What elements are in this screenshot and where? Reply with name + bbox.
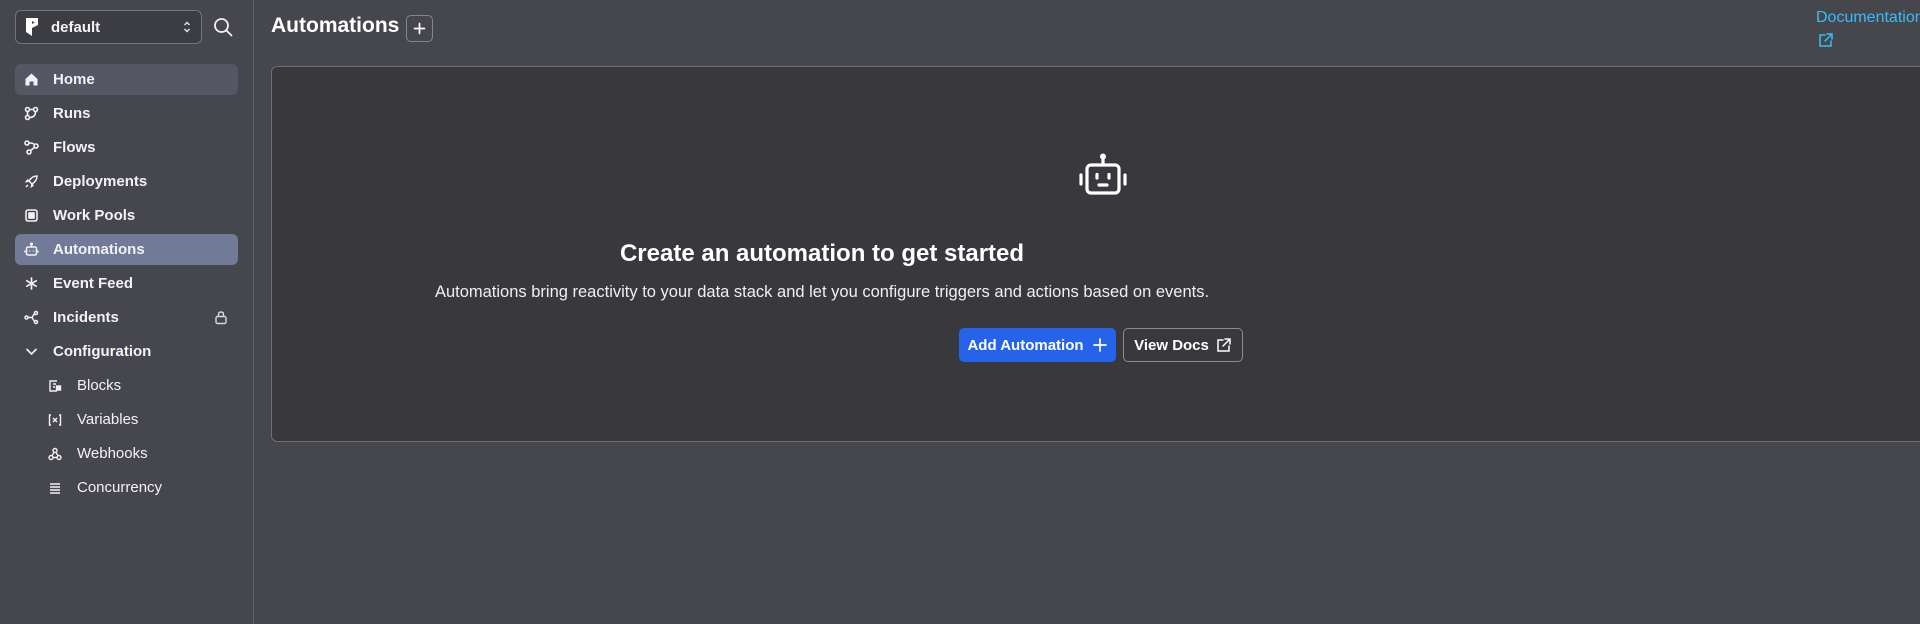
empty-state-description: Automations bring reactivity to your dat… xyxy=(434,283,1210,301)
sidebar-item-label: Concurrency xyxy=(77,479,163,496)
empty-state-title: Create an automation to get started xyxy=(619,240,1025,267)
cpu-icon xyxy=(23,208,39,224)
home-icon xyxy=(23,72,39,88)
sidebar-item-label: Webhooks xyxy=(77,445,148,462)
bot-icon xyxy=(23,242,39,258)
sidebar-item-label: Flows xyxy=(53,139,96,156)
view-docs-button[interactable]: View Docs xyxy=(1123,328,1243,362)
sidebar-item-label: Work Pools xyxy=(53,207,136,224)
sidebar-item-label: Configuration xyxy=(53,343,152,360)
updown-chevron-icon xyxy=(183,19,191,35)
variable-icon xyxy=(47,412,63,428)
sidebar-item-label: Automations xyxy=(53,241,145,258)
robot-icon xyxy=(1078,151,1128,201)
sidebar-item-flows[interactable]: Flows xyxy=(15,132,238,163)
plus-icon xyxy=(413,22,426,35)
empty-state-card: Create an automation to get started Auto… xyxy=(271,66,1920,442)
sidebar: default Home Runs Flows Deployments Work… xyxy=(0,0,254,624)
prefect-logo-icon xyxy=(25,17,41,37)
sidebar-item-webhooks[interactable]: Webhooks xyxy=(15,438,238,469)
documentation-link[interactable]: Documentation xyxy=(1816,9,1920,27)
sidebar-item-incidents[interactable]: Incidents xyxy=(15,302,238,333)
sidebar-item-work-pools[interactable]: Work Pools xyxy=(15,200,238,231)
rocket-icon xyxy=(23,174,39,190)
incidents-icon xyxy=(23,310,39,326)
sidebar-item-blocks[interactable]: Blocks xyxy=(15,370,238,401)
sidebar-item-event-feed[interactable]: Event Feed xyxy=(15,268,238,299)
sidebar-item-automations[interactable]: Automations xyxy=(15,234,238,265)
sidebar-item-configuration[interactable]: Configuration xyxy=(15,336,238,367)
sidebar-item-label: Incidents xyxy=(53,309,119,326)
sidebar-item-label: Blocks xyxy=(77,377,122,394)
sidebar-nav: Home Runs Flows Deployments Work Pools A… xyxy=(15,64,238,506)
flows-icon xyxy=(23,140,39,156)
layers-icon xyxy=(47,480,63,496)
add-automation-button[interactable]: Add Automation xyxy=(959,328,1116,362)
webhook-icon xyxy=(47,446,63,462)
sidebar-item-home[interactable]: Home xyxy=(15,64,238,95)
sidebar-item-label: Home xyxy=(53,71,95,88)
runs-icon xyxy=(23,106,39,122)
lock-icon xyxy=(214,310,228,325)
sidebar-item-label: Deployments xyxy=(53,173,148,190)
sidebar-item-label: Event Feed xyxy=(53,275,134,292)
chevron-down-icon xyxy=(23,344,39,360)
blocks-icon xyxy=(47,378,63,394)
sidebar-item-runs[interactable]: Runs xyxy=(15,98,238,129)
add-automation-icon-button[interactable] xyxy=(406,15,433,42)
page-title: Automations xyxy=(271,14,400,37)
sidebar-item-variables[interactable]: Variables xyxy=(15,404,238,435)
search-icon[interactable] xyxy=(212,16,234,38)
add-automation-label: Add Automation xyxy=(967,336,1084,354)
workspace-name: default xyxy=(51,18,101,36)
plus-icon xyxy=(1092,338,1107,352)
external-link-icon[interactable] xyxy=(1817,32,1834,49)
sidebar-item-deployments[interactable]: Deployments xyxy=(15,166,238,197)
asterisk-icon xyxy=(23,276,39,292)
sidebar-item-label: Runs xyxy=(53,105,91,122)
sidebar-item-label: Variables xyxy=(77,411,139,428)
workspace-selector[interactable]: default xyxy=(15,10,202,44)
external-link-icon xyxy=(1217,337,1231,352)
sidebar-item-concurrency[interactable]: Concurrency xyxy=(15,472,238,503)
view-docs-label: View Docs xyxy=(1134,336,1209,354)
